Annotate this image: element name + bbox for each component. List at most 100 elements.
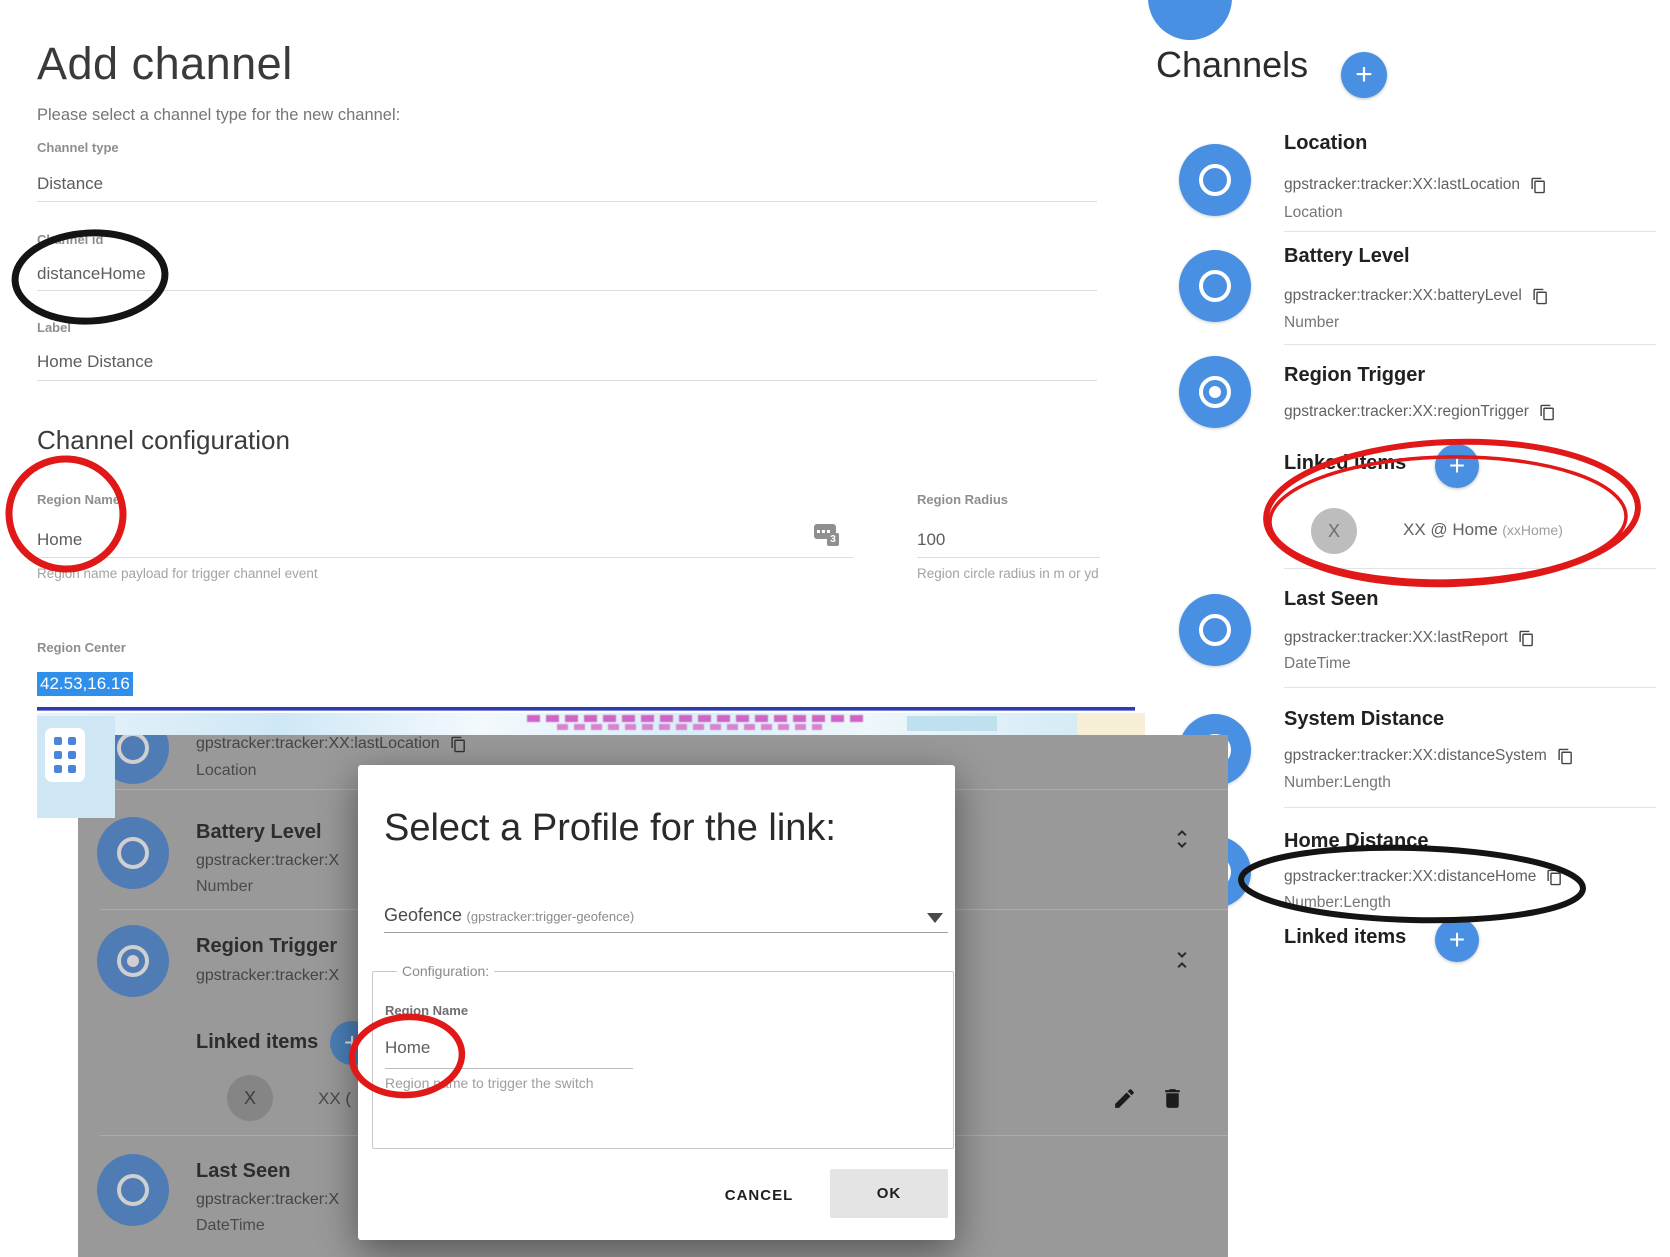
profile-value: Geofence	[384, 905, 462, 925]
linked-items-label: Linked items	[1284, 452, 1406, 475]
channel-uid-row: gpstracker:tracker:XX:lastReport	[1284, 629, 1535, 647]
channel-uid: gpstracker:tracker:XX:lastLocation	[196, 735, 440, 753]
channel-state-ring-icon	[117, 837, 149, 869]
profile-select[interactable]: Geofence (gpstracker:trigger-geofence)	[384, 905, 634, 926]
channel-state-ring-icon	[1199, 614, 1231, 646]
channel-title[interactable]: Home Distance	[1284, 830, 1429, 853]
plus-icon: +	[1449, 450, 1465, 482]
dialog-region-name-underline	[385, 1068, 633, 1069]
item-avatar-letter: X	[244, 1088, 256, 1109]
channel-title[interactable]: Last Seen	[1284, 588, 1378, 611]
channel-uid: gpstracker:tracker:X	[196, 1191, 339, 1209]
multiple-options-icon[interactable]: 3	[814, 524, 840, 546]
channel-title: Last Seen	[196, 1160, 290, 1183]
map-strip	[37, 713, 1145, 735]
dialog-region-name-hint: Region name to trigger the switch	[385, 1075, 594, 1091]
channel-uid-row: gpstracker:tracker:XX:lastLocation	[1284, 176, 1547, 194]
channel-uid-row: gpstracker:tracker:XX:lastLocation	[196, 735, 467, 753]
channel-title[interactable]: Battery Level	[1284, 245, 1410, 268]
region-name-label: Region Name	[37, 492, 120, 507]
label-label: Label	[37, 320, 71, 335]
dialog-region-name-label: Region Name	[385, 1003, 468, 1018]
copy-icon[interactable]	[1546, 869, 1563, 886]
channel-config-heading: Channel configuration	[37, 425, 290, 456]
channel-uid: gpstracker:tracker:XX:distanceHome	[1284, 868, 1536, 886]
page: Add channel Please select a channel type…	[0, 0, 1670, 1257]
edit-icon	[1112, 1086, 1137, 1111]
add-link-button[interactable]: +	[1435, 444, 1479, 488]
divider	[1284, 568, 1656, 569]
channel-uid: gpstracker:tracker:XX:regionTrigger	[1284, 403, 1529, 421]
channel-type-select[interactable]: Distance	[37, 174, 103, 194]
channel-state-ring-icon	[117, 735, 149, 764]
ok-button[interactable]: OK	[830, 1169, 948, 1218]
channel-uid: gpstracker:tracker:X	[196, 852, 339, 870]
label-input[interactable]: Home Distance	[37, 352, 153, 372]
channel-state-ring-icon	[117, 1174, 149, 1206]
channel-title[interactable]: Region Trigger	[1284, 364, 1425, 387]
channel-item-type: Location	[1284, 204, 1343, 222]
channel-type-label: Channel type	[37, 140, 119, 155]
channel-uid: gpstracker:tracker:XX:distanceSystem	[1284, 747, 1547, 765]
map-control-icon	[45, 728, 85, 782]
configuration-legend: Configuration:	[397, 963, 494, 979]
copy-icon[interactable]	[1557, 748, 1574, 765]
scroll-fab-partial[interactable]	[1148, 0, 1232, 40]
region-radius-label: Region Radius	[917, 492, 1008, 507]
add-link-button[interactable]: +	[1435, 918, 1479, 962]
channel-state-ring-icon	[1199, 270, 1231, 302]
channel-uid-row: gpstracker:tracker:XX:distanceHome	[1284, 868, 1563, 886]
channel-uid: gpstracker:tracker:XX:lastReport	[1284, 629, 1508, 647]
channel-item-type: Number:Length	[1284, 894, 1391, 912]
unfold-more-icon	[1170, 827, 1194, 851]
profile-dialog: Select a Profile for the link: Geofence …	[358, 765, 955, 1240]
dialog-region-name-input[interactable]: Home	[385, 1038, 430, 1058]
divider	[1284, 231, 1656, 232]
channel-item-type: Location	[196, 762, 257, 780]
dropdown-arrow-icon[interactable]	[927, 913, 943, 923]
plus-icon: +	[1355, 58, 1373, 92]
region-radius-input[interactable]: 100	[917, 530, 945, 550]
configuration-fieldset: Configuration:	[372, 963, 954, 1149]
linked-item[interactable]: XX @ Home (xxHome)	[1403, 520, 1563, 540]
copy-icon	[450, 736, 467, 753]
label-underline	[37, 380, 1097, 381]
intro-text: Please select a channel type for the new…	[37, 106, 400, 125]
channel-avatar-icon	[1179, 356, 1251, 428]
channel-type-underline	[37, 201, 1097, 202]
channel-title: Region Trigger	[196, 935, 337, 958]
channel-id-input[interactable]: distanceHome	[37, 264, 146, 284]
region-name-input[interactable]: Home	[37, 530, 82, 550]
region-name-underline	[37, 557, 853, 558]
channel-avatar-icon	[97, 817, 169, 889]
delete-icon	[1160, 1086, 1185, 1111]
region-center-input[interactable]: 42.53,16.16	[37, 672, 133, 696]
item-avatar: X	[1311, 508, 1357, 554]
cancel-button[interactable]: CANCEL	[710, 1187, 808, 1204]
annotation-red-circle-region-name	[5, 455, 126, 573]
copy-icon[interactable]	[1518, 630, 1535, 647]
region-center-focus-underline	[37, 707, 1135, 711]
channel-title[interactable]: System Distance	[1284, 708, 1444, 731]
linked-items-label: Linked items	[196, 1031, 318, 1054]
channel-uid-row: gpstracker:tracker:XX:regionTrigger	[1284, 403, 1556, 421]
channel-avatar-icon	[1179, 144, 1251, 216]
channel-item-type: Number	[196, 878, 253, 896]
copy-icon[interactable]	[1532, 288, 1549, 305]
copy-icon[interactable]	[1530, 177, 1547, 194]
channels-heading: Channels	[1156, 44, 1308, 86]
profile-select-underline	[384, 932, 948, 933]
region-radius-underline	[917, 557, 1100, 558]
channel-avatar-icon	[1179, 250, 1251, 322]
channel-title[interactable]: Location	[1284, 132, 1367, 155]
channel-id-underline	[37, 290, 1097, 291]
channel-avatar-icon	[97, 925, 169, 997]
divider	[1284, 344, 1656, 345]
add-channel-button[interactable]: +	[1341, 52, 1387, 98]
linked-items-label: Linked items	[1284, 926, 1406, 949]
page-title: Add channel	[37, 38, 293, 90]
map-label-smudge	[557, 724, 822, 730]
item-avatar: X	[227, 1075, 273, 1121]
copy-icon[interactable]	[1539, 404, 1556, 421]
channel-uid: gpstracker:tracker:XX:batteryLevel	[1284, 287, 1522, 305]
